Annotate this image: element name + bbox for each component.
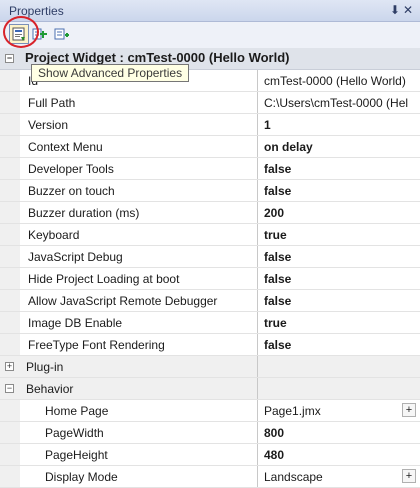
properties-toolbar: [0, 22, 420, 48]
alphabetical-view-button[interactable]: [52, 24, 72, 44]
property-value[interactable]: 1: [258, 114, 420, 135]
property-value[interactable]: false: [258, 158, 420, 179]
collapse-header-icon[interactable]: −: [5, 54, 14, 63]
property-value[interactable]: Page1.jmx +: [258, 400, 420, 421]
property-value-text: 1: [264, 118, 271, 132]
property-value-text: on delay: [264, 140, 313, 154]
property-name: Display Mode: [20, 466, 258, 487]
properties-titlebar: Properties ⬇✕: [0, 0, 420, 22]
property-name: PageWidth: [20, 422, 258, 443]
property-name: Keyboard: [20, 224, 258, 245]
alphabetical-icon: [54, 28, 69, 40]
category-row[interactable]: + Plug-in: [0, 356, 420, 378]
property-value-text: 480: [264, 448, 285, 462]
categorized-view-button[interactable]: [30, 24, 50, 44]
property-grid: − Project Widget : cmTest-0000 (Hello Wo…: [0, 48, 420, 488]
tooltip: Show Advanced Properties: [31, 64, 190, 82]
category-row[interactable]: − Behavior: [0, 378, 420, 400]
property-value-text: cmTest-0000 (Hello World): [264, 74, 406, 88]
advanced-properties-icon: [12, 27, 25, 41]
property-value-text: false: [264, 250, 292, 264]
property-value[interactable]: false: [258, 268, 420, 289]
property-value[interactable]: true: [258, 224, 420, 245]
property-value-text: Page1.jmx: [264, 404, 321, 418]
property-name: Buzzer duration (ms): [20, 202, 258, 223]
property-value[interactable]: false: [258, 290, 420, 311]
property-value[interactable]: on delay: [258, 136, 420, 157]
property-value[interactable]: 800: [258, 422, 420, 443]
property-value-text: false: [264, 162, 292, 176]
property-value-text: false: [264, 294, 292, 308]
property-value[interactable]: 200: [258, 202, 420, 223]
property-value-text: 200: [264, 206, 285, 220]
property-name: Full Path: [20, 92, 258, 113]
categorized-icon: [32, 28, 47, 40]
property-row[interactable]: Developer Tools false: [0, 158, 420, 180]
property-name: FreeType Font Rendering: [20, 334, 258, 355]
property-row[interactable]: Home Page Page1.jmx +: [0, 400, 420, 422]
property-row[interactable]: JavaScript Debug false: [0, 246, 420, 268]
property-value[interactable]: false: [258, 246, 420, 267]
property-value-text: false: [264, 184, 292, 198]
property-value-text: 800: [264, 426, 285, 440]
property-name: JavaScript Debug: [20, 246, 258, 267]
property-value[interactable]: 480: [258, 444, 420, 465]
category-label: Behavior: [20, 378, 258, 399]
property-value-text: true: [264, 316, 287, 330]
property-row[interactable]: Full Path C:\Users\cmTest-0000 (Hel: [0, 92, 420, 114]
property-value[interactable]: true: [258, 312, 420, 333]
collapse-behavior-icon[interactable]: −: [5, 384, 14, 393]
expand-plugin-icon[interactable]: +: [5, 362, 14, 371]
property-row[interactable]: Context Menu on delay: [0, 136, 420, 158]
property-value[interactable]: false: [258, 334, 420, 355]
property-name: Developer Tools: [20, 158, 258, 179]
property-row[interactable]: PageWidth 800: [0, 422, 420, 444]
property-name: Buzzer on touch: [20, 180, 258, 201]
window-controls[interactable]: ⬇✕: [390, 3, 416, 17]
property-name: PageHeight: [20, 444, 258, 465]
property-row[interactable]: Hide Project Loading at boot false: [0, 268, 420, 290]
edit-value-button[interactable]: +: [402, 403, 416, 417]
property-value[interactable]: false: [258, 180, 420, 201]
property-name: Home Page: [20, 400, 258, 421]
property-row[interactable]: Keyboard true: [0, 224, 420, 246]
property-value-text: Landscape: [264, 470, 323, 484]
property-name: Version: [20, 114, 258, 135]
property-value-text: C:\Users\cmTest-0000 (Hel: [264, 96, 409, 110]
property-value-text: false: [264, 338, 292, 352]
show-advanced-properties-button[interactable]: [9, 24, 29, 44]
property-value[interactable]: Landscape +: [258, 466, 420, 487]
property-row[interactable]: Buzzer duration (ms) 200: [0, 202, 420, 224]
property-value[interactable]: cmTest-0000 (Hello World): [258, 70, 420, 91]
property-value-text: true: [264, 228, 287, 242]
property-name: Image DB Enable: [20, 312, 258, 333]
property-name: Context Menu: [20, 136, 258, 157]
property-row[interactable]: Version 1: [0, 114, 420, 136]
property-name: Hide Project Loading at boot: [20, 268, 258, 289]
property-row[interactable]: PageHeight 480: [0, 444, 420, 466]
pin-icon[interactable]: ⬇: [390, 3, 403, 17]
property-row[interactable]: Allow JavaScript Remote Debugger false: [0, 290, 420, 312]
property-row[interactable]: Image DB Enable true: [0, 312, 420, 334]
property-value-text: false: [264, 272, 292, 286]
panel-title: Properties: [9, 4, 64, 18]
property-row[interactable]: Buzzer on touch false: [0, 180, 420, 202]
property-row[interactable]: FreeType Font Rendering false: [0, 334, 420, 356]
category-label: Plug-in: [20, 356, 258, 377]
property-row[interactable]: Display Mode Landscape +: [0, 466, 420, 488]
property-value[interactable]: C:\Users\cmTest-0000 (Hel: [258, 92, 420, 113]
grid-header-title: Project Widget : cmTest-0000 (Hello Worl…: [25, 50, 290, 65]
edit-value-button[interactable]: +: [402, 469, 416, 483]
close-icon[interactable]: ✕: [403, 3, 416, 17]
property-name: Allow JavaScript Remote Debugger: [20, 290, 258, 311]
